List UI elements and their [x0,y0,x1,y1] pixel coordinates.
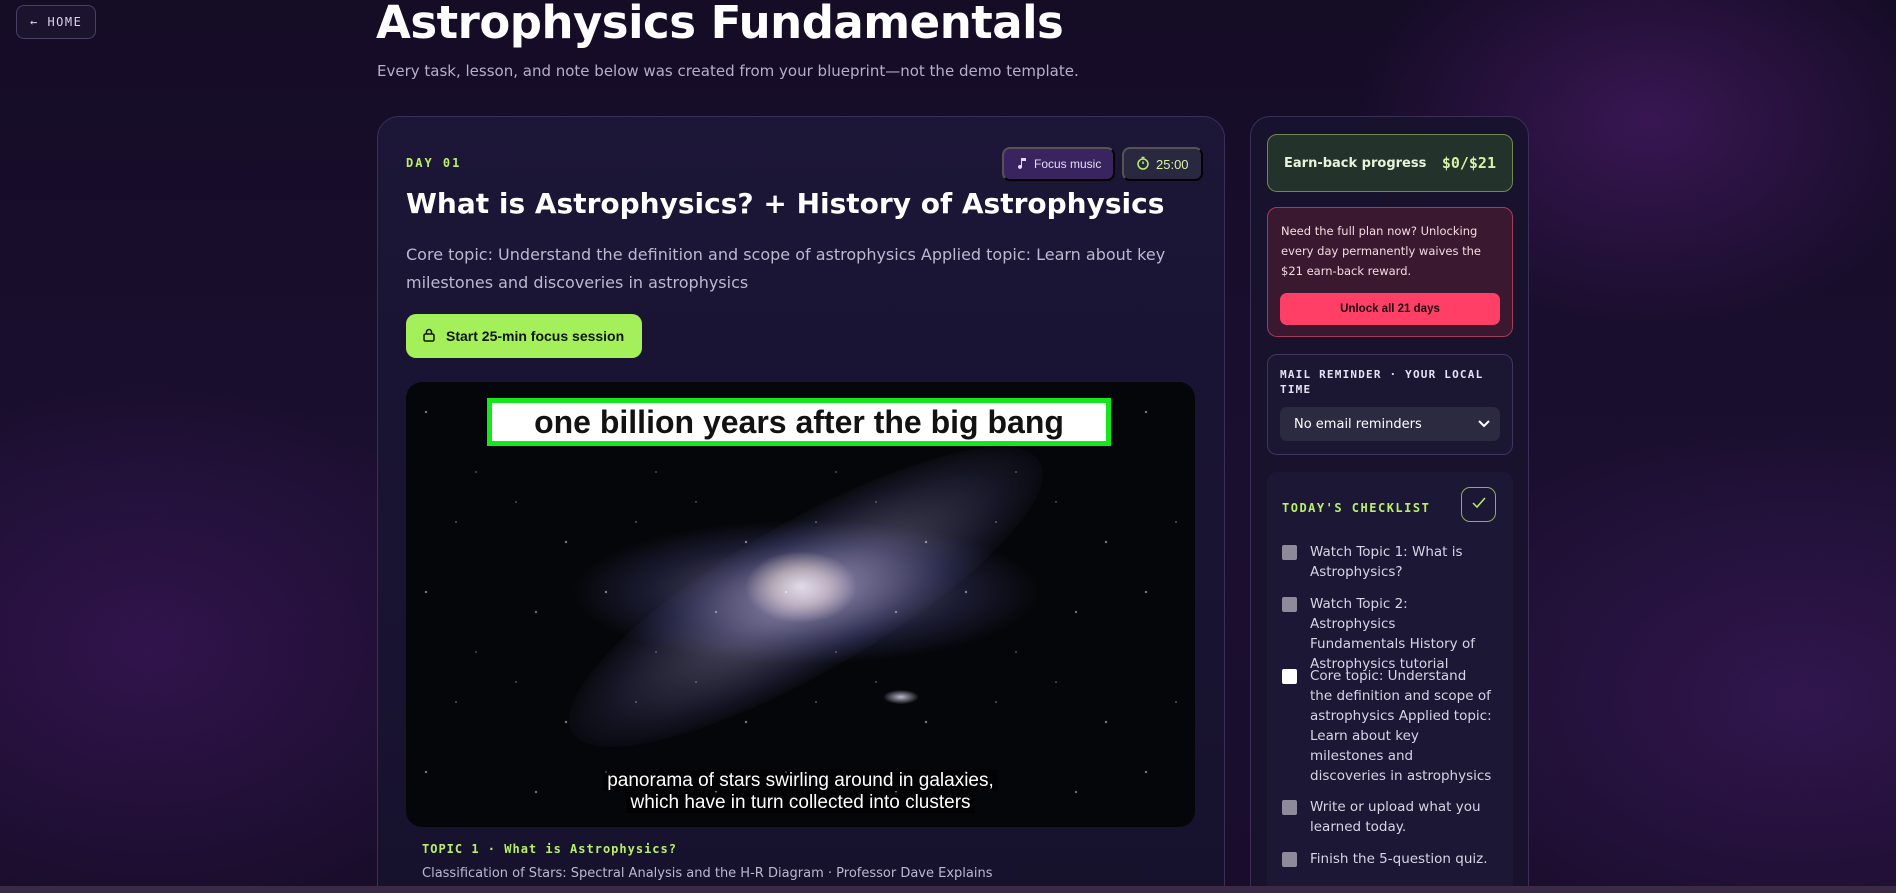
stopwatch-icon [1136,156,1150,173]
home-button[interactable]: ← HOME [16,5,97,39]
checkbox[interactable] [1282,669,1297,684]
start-focus-session-button[interactable]: Start 25-min focus session [406,314,643,358]
starfield [406,382,1195,827]
topic-video-title: Classification of Stars: Spectral Analys… [422,866,993,881]
focus-music-button[interactable]: Focus music [1002,147,1116,181]
caption-line-2: which have in turn collected into cluste… [626,792,975,813]
day-label: DAY 01 [406,156,462,170]
focus-music-label: Focus music [1034,157,1102,171]
earn-back-label: Earn-back progress [1284,155,1427,171]
checklist-item-text: Watch Topic 2: Astrophysics Fundamentals… [1310,596,1475,672]
checkbox[interactable] [1282,545,1297,560]
focus-button-label: Start 25-min focus session [446,328,625,344]
bottom-bar [0,886,1896,893]
checklist-title: TODAY'S CHECKLIST [1282,501,1431,515]
timer-value: 25:00 [1156,156,1189,172]
unlock-panel: Need the full plan now? Unlocking every … [1267,207,1513,337]
page-title: Astrophysics Fundamentals [376,0,1064,49]
checklist-item[interactable]: Watch Topic 1: What is Astrophysics? [1282,542,1492,582]
caption-line-1: panorama of stars swirling around in gal… [603,770,998,791]
checklist-item-text: Finish the 5-question quiz. [1310,851,1488,867]
checklist-item[interactable]: Finish the 5-question quiz. [1282,849,1492,869]
page-subtitle: Every task, lesson, and note below was c… [377,62,1079,80]
checkbox[interactable] [1282,800,1297,815]
sidebar-panel: Earn-back progress $0/$21 Need the full … [1250,116,1529,893]
mail-reminder-label: MAIL REMINDER · YOUR LOCAL TIME [1280,368,1484,396]
video-banner-text: one billion years after the big bang [487,398,1111,446]
video-player[interactable]: one billion years after the big bang pan… [406,382,1195,827]
earn-back-progress: Earn-back progress $0/$21 [1267,134,1513,192]
topic-label: TOPIC 1 · What is Astrophysics? [422,842,677,856]
checklist-complete-button[interactable] [1461,487,1496,522]
checkbox[interactable] [1282,597,1297,612]
checklist-item-text: Watch Topic 1: What is Astrophysics? [1310,544,1463,580]
lesson-description: Core topic: Understand the definition an… [406,245,1166,292]
unlock-all-days-button[interactable]: Unlock all 21 days [1280,293,1500,325]
checklist-panel: TODAY'S CHECKLIST Watch Topic 1: What is… [1267,472,1513,893]
timer-button[interactable]: 25:00 [1122,147,1203,181]
checklist-item[interactable]: Core topic: Understand the definition an… [1282,666,1492,786]
earn-back-value: $0/$21 [1441,154,1496,172]
checklist-item-text: Core topic: Understand the definition an… [1310,668,1492,784]
home-button-label: ← HOME [30,15,83,29]
unlock-text: Need the full plan now? Unlocking every … [1281,224,1481,278]
checkmark-icon [1471,497,1486,512]
lesson-title: What is Astrophysics? + History of Astro… [406,187,1165,220]
video-captions: panorama of stars swirling around in gal… [406,770,1195,814]
mail-reminder-selected: No email reminders [1294,416,1422,432]
mail-reminder-select[interactable]: No email reminders [1280,407,1500,441]
mail-reminder-panel: MAIL REMINDER · YOUR LOCAL TIME No email… [1267,354,1513,455]
checklist-item[interactable]: Watch Topic 2: Astrophysics Fundamentals… [1282,594,1492,674]
checklist-item-text: Write or upload what you learned today. [1310,799,1481,835]
lesson-card: DAY 01 Focus music 25:00 What is Astroph… [377,116,1225,893]
music-note-icon [1016,157,1028,172]
chevron-down-icon [1478,417,1490,432]
checkbox[interactable] [1282,852,1297,867]
checklist-item[interactable]: Write or upload what you learned today. [1282,797,1492,837]
lock-icon [422,328,436,345]
